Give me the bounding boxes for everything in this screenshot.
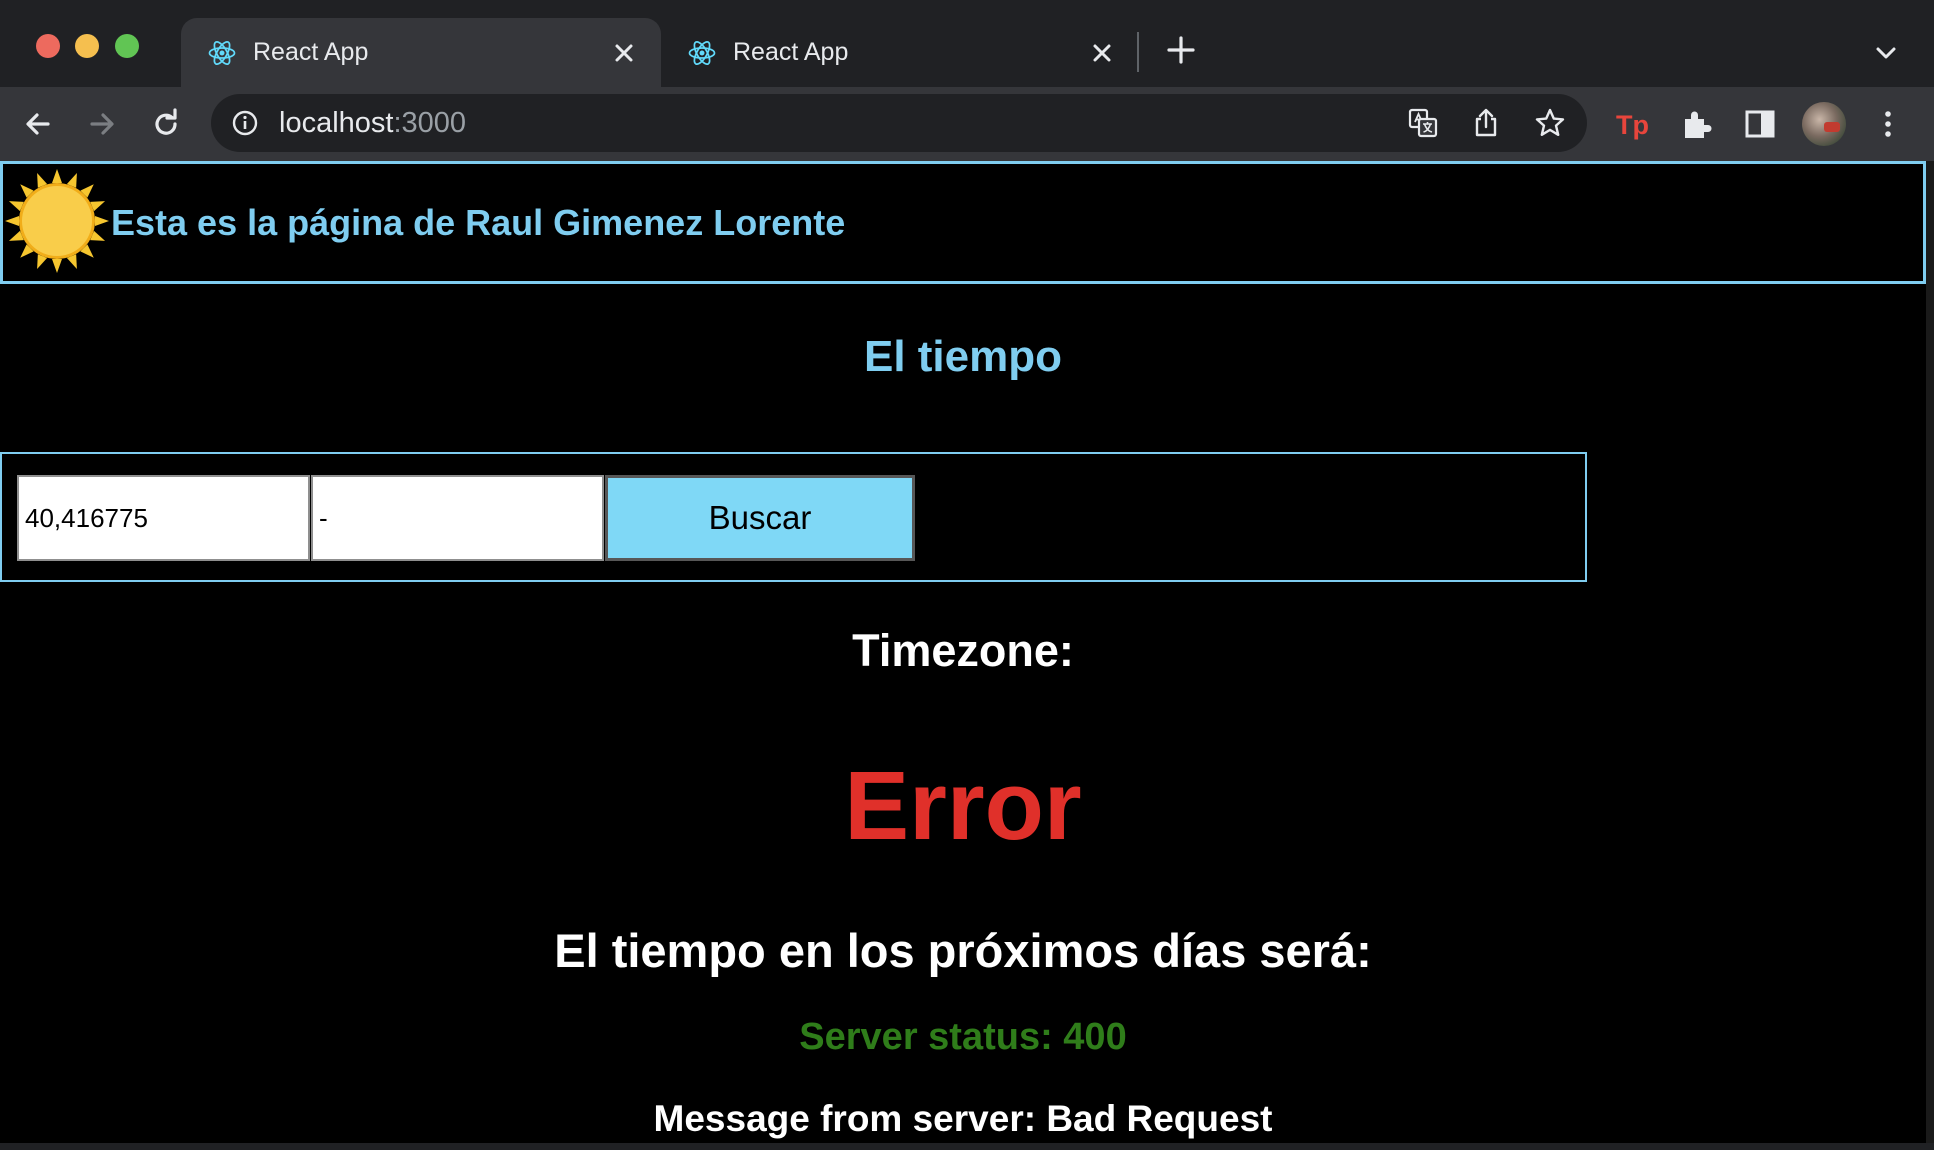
share-icon[interactable]	[1470, 107, 1502, 139]
browser-window: React App React App localhost:3000 Tp Es…	[0, 0, 1934, 1150]
page-header: Esta es la página de Raul Gimenez Lorent…	[0, 161, 1926, 284]
tp-extension-icon[interactable]: Tp	[1614, 106, 1650, 142]
url-text[interactable]: localhost:3000	[279, 107, 466, 139]
tab-separator	[1137, 32, 1139, 72]
browser-toolbar: localhost:3000 Tp	[0, 87, 1934, 161]
forecast-heading: El tiempo en los próximos días será:	[554, 924, 1372, 977]
weather-section-title: El tiempo	[863, 332, 1063, 381]
tab-list-icon[interactable]	[1871, 38, 1901, 68]
address-bar[interactable]: localhost:3000	[211, 94, 1587, 152]
side-panel-icon[interactable]	[1742, 106, 1778, 142]
server-status-text: Server status: 400	[799, 1016, 1127, 1058]
server-message-text: Message from server: Bad Request	[653, 1098, 1273, 1139]
error-message: Error	[844, 751, 1082, 860]
svg-text:Tp: Tp	[1616, 110, 1649, 140]
tab-title: React App	[253, 38, 369, 66]
extensions-puzzle-icon[interactable]	[1679, 106, 1715, 142]
tab-title: React App	[733, 38, 849, 66]
new-tab-icon[interactable]	[1164, 33, 1198, 67]
window-close-button[interactable]	[36, 34, 60, 58]
url-port: :3000	[393, 107, 467, 139]
tab-strip: React App React App	[0, 0, 1934, 87]
longitude-input[interactable]	[311, 475, 604, 561]
tab-react-app[interactable]: React App	[661, 18, 1139, 87]
page-header-title: Esta es la página de Raul Gimenez Lorent…	[111, 202, 846, 243]
page-scrollbar[interactable]	[1926, 161, 1934, 1143]
react-favicon	[688, 41, 716, 65]
menu-kebab-icon[interactable]	[1870, 106, 1906, 142]
window-minimize-button[interactable]	[75, 34, 99, 58]
profile-avatar[interactable]	[1802, 102, 1846, 146]
url-host: localhost	[279, 107, 394, 139]
back-icon[interactable]	[20, 106, 56, 142]
sun-icon	[5, 169, 109, 273]
latitude-input[interactable]	[17, 475, 310, 561]
forward-icon[interactable]	[84, 106, 120, 142]
translate-icon[interactable]	[1407, 107, 1439, 139]
timezone-label: Timezone:	[852, 625, 1074, 676]
location-search-form: Buscar	[0, 452, 1587, 582]
info-icon[interactable]	[231, 109, 259, 137]
window-maximize-button[interactable]	[115, 34, 139, 58]
page-viewport: Esta es la página de Raul Gimenez Lorent…	[0, 161, 1934, 1143]
search-button[interactable]: Buscar	[605, 475, 915, 561]
tab-react-app-active[interactable]: React App	[181, 18, 661, 87]
reload-icon[interactable]	[148, 106, 184, 142]
bookmark-star-icon[interactable]	[1534, 107, 1566, 139]
close-icon[interactable]	[1087, 38, 1117, 68]
close-icon[interactable]	[609, 38, 639, 68]
react-favicon	[208, 41, 236, 65]
